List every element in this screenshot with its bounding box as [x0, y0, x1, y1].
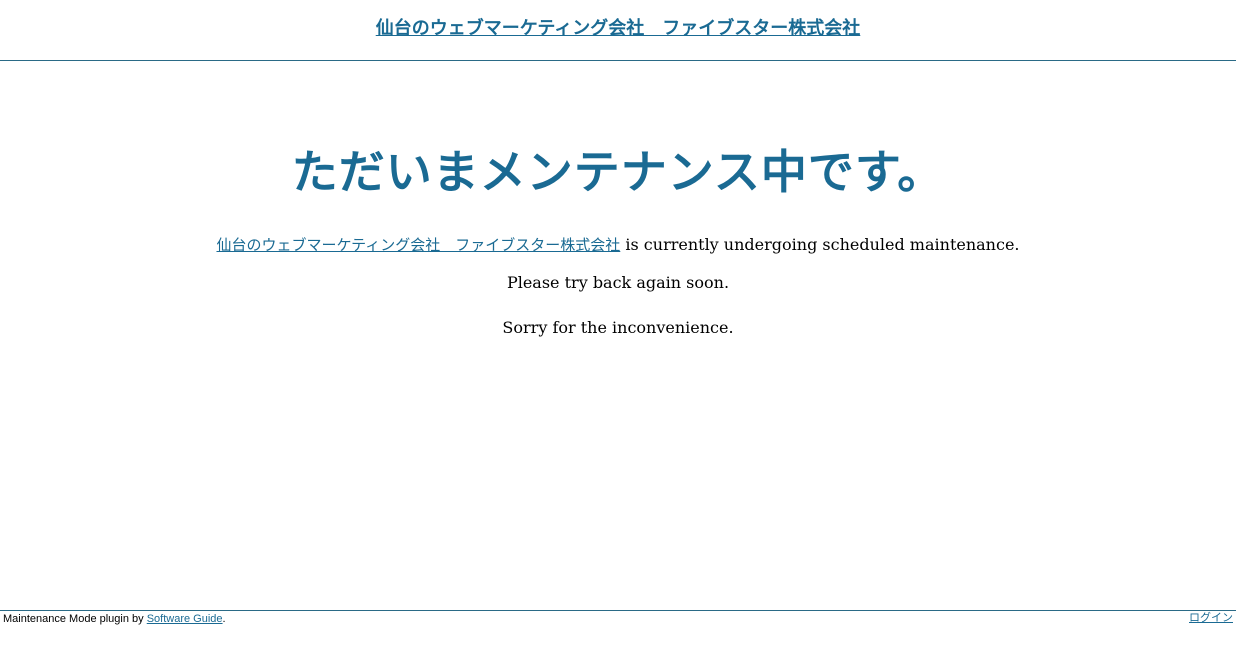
maintenance-text: is currently undergoing scheduled mainte…: [620, 235, 1020, 254]
site-title-link[interactable]: 仙台のウェブマーケティング会社 ファイブスター株式会社: [376, 17, 861, 41]
page-footer: Maintenance Mode plugin by Software Guid…: [0, 610, 1236, 646]
maintenance-heading: ただいまメンテナンス中です。: [291, 145, 945, 199]
site-header: 仙台のウェブマーケティング会社 ファイブスター株式会社: [0, 0, 1236, 61]
login-container: ログイン: [1189, 611, 1233, 625]
try-back-text: Please try back again soon.: [506, 273, 730, 292]
credit-suffix: .: [222, 613, 226, 625]
login-link[interactable]: ログイン: [1189, 612, 1233, 624]
sorry-text: Sorry for the inconvenience.: [502, 318, 734, 337]
credit-prefix: Maintenance Mode plugin by: [3, 613, 147, 625]
plugin-credit: Maintenance Mode plugin by Software Guid…: [3, 612, 226, 626]
maintenance-message: 仙台のウェブマーケティング会社 ファイブスター株式会社 is currently…: [0, 234, 1236, 256]
software-guide-link[interactable]: Software Guide: [147, 613, 223, 625]
maintenance-content: ただいまメンテナンス中です。 仙台のウェブマーケティング会社 ファイブスター株式…: [0, 61, 1236, 339]
company-link[interactable]: 仙台のウェブマーケティング会社 ファイブスター株式会社: [216, 236, 620, 254]
